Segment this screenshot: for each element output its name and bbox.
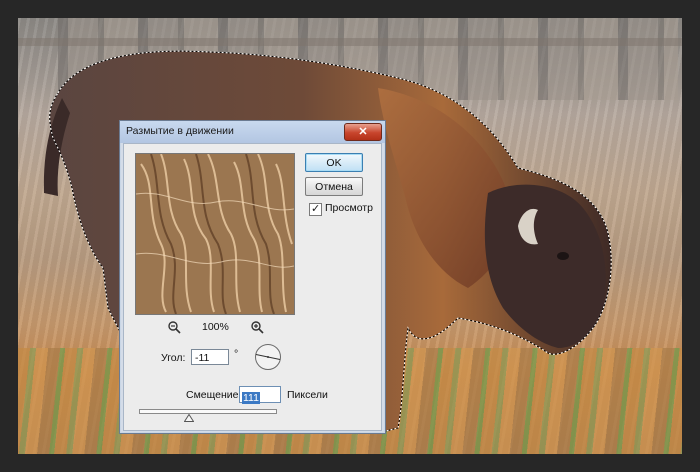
cancel-button[interactable]: Отмена [305,177,363,196]
distance-unit: Пиксели [287,389,328,401]
degree-symbol: ° [234,348,239,360]
preview-checkbox[interactable]: ✓ [309,203,322,216]
angle-label: Угол: [161,352,186,364]
close-button[interactable]: ✕ [344,123,382,141]
zoom-level: 100% [202,321,229,333]
preview-checkbox-label: Просмотр [325,202,373,214]
distance-label: Смещение: [186,389,242,401]
zoom-in-icon[interactable] [250,320,264,334]
motion-blur-dialog: Размытие в движении ✕ OK Отмена ✓ Просмо… [119,120,386,434]
dialog-body: OK Отмена ✓ Просмотр 100% Угол: -11 ° См… [123,143,382,431]
angle-dial-icon[interactable] [254,343,282,371]
distance-slider-track[interactable] [139,409,277,414]
checkmark-icon: ✓ [311,203,321,215]
dialog-title: Размытие в движении [126,125,234,137]
distance-value: 111 [242,392,260,404]
angle-input[interactable]: -11 [191,349,229,365]
distance-input[interactable]: 111 [239,386,281,404]
slider-thumb-icon[interactable] [183,414,194,422]
ok-button[interactable]: OK [305,153,363,172]
preview-fur-image [136,154,294,314]
zoom-out-icon[interactable] [167,320,181,334]
dialog-title-bar[interactable]: Размытие в движении ✕ [120,121,385,143]
filter-preview[interactable] [135,153,295,315]
close-icon: ✕ [358,125,368,138]
